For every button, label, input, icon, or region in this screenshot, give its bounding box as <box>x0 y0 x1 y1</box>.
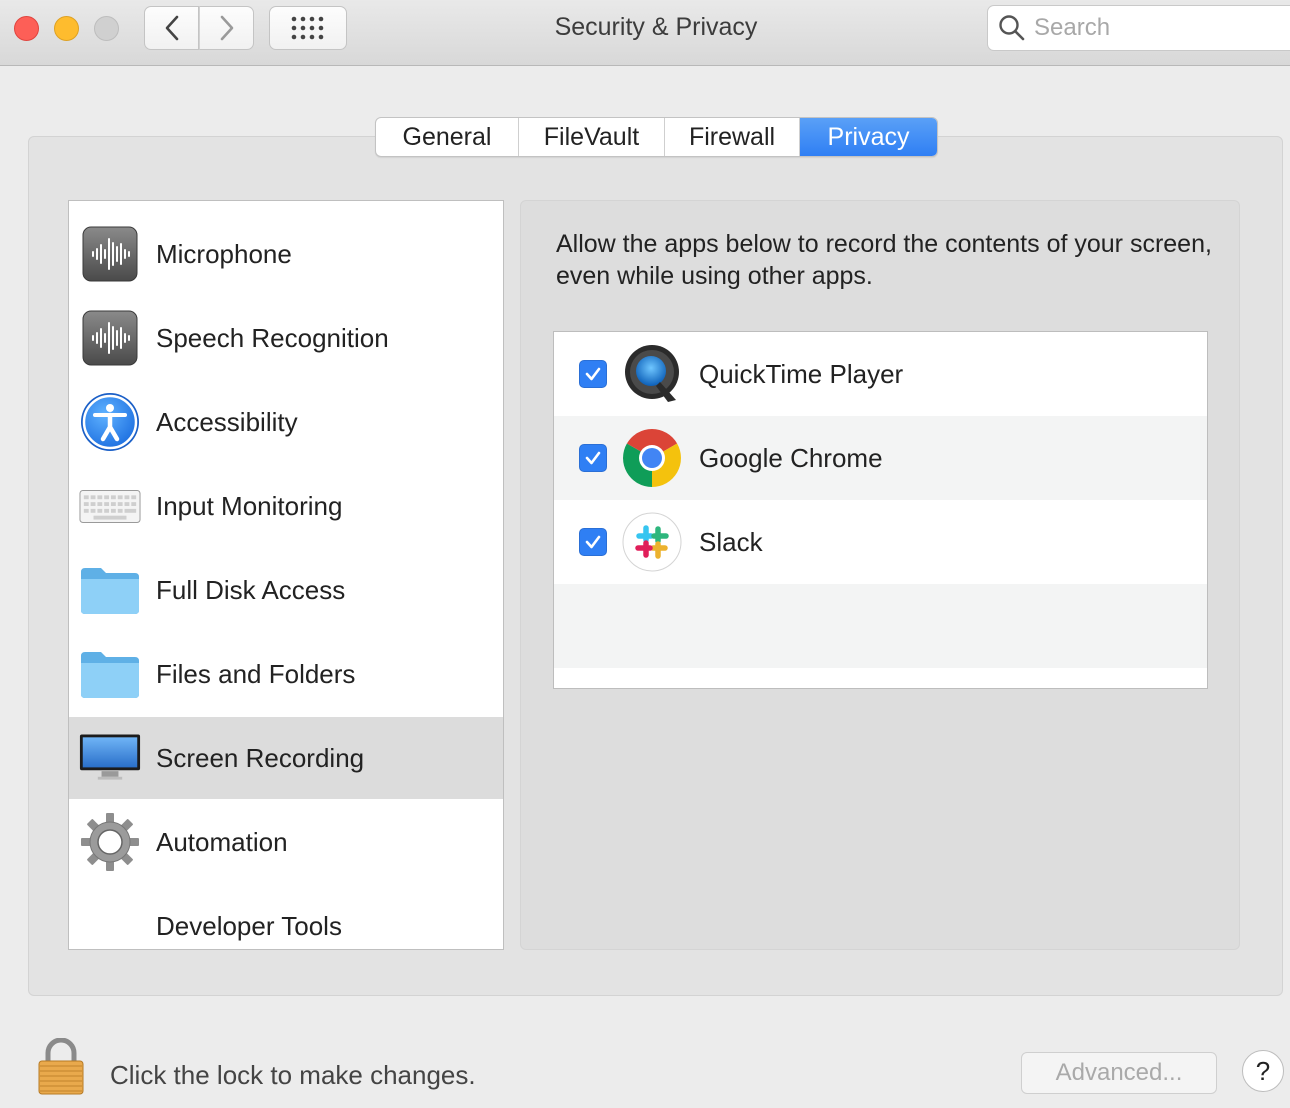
app-row-chrome[interactable]: Google Chrome <box>554 416 1207 500</box>
app-list[interactable]: QuickTime Player Google Chrome Slack <box>553 331 1208 689</box>
search-input[interactable] <box>1034 14 1284 42</box>
search-icon <box>999 15 1025 41</box>
tab-general[interactable]: General <box>376 118 519 156</box>
screen-recording-description: Allow the apps below to record the conte… <box>556 230 1212 290</box>
chrome-checkbox[interactable] <box>579 444 607 472</box>
sidebar-item-label: Developer Tools <box>156 910 342 941</box>
sidebar-item-full-disk-access[interactable]: Full Disk Access <box>69 549 503 631</box>
lock-button[interactable] <box>36 1037 86 1096</box>
sidebar-item-microphone[interactable]: Microphone <box>69 213 503 295</box>
sidebar-item-screen-recording[interactable]: Screen Recording <box>69 717 503 799</box>
monitor-icon <box>79 727 141 789</box>
sidebar-item-files-and-folders[interactable]: Files and Folders <box>69 633 503 715</box>
advanced-button[interactable]: Advanced... <box>1021 1052 1217 1094</box>
tab-firewall[interactable]: Firewall <box>665 118 800 156</box>
app-row-quicktime[interactable]: QuickTime Player <box>554 332 1207 416</box>
app-row-slack[interactable]: Slack <box>554 500 1207 584</box>
accessibility-icon <box>79 391 141 453</box>
quicktime-icon <box>621 343 683 405</box>
gear-icon <box>79 811 141 873</box>
tab-bar: General FileVault Firewall Privacy <box>375 117 938 157</box>
privacy-category-list[interactable]: Microphone Speech Recognition Accessibil… <box>68 200 504 950</box>
search-field[interactable] <box>987 5 1290 51</box>
sidebar-item-label: Accessibility <box>156 406 298 437</box>
empty-row <box>554 584 1207 668</box>
checkmark-icon <box>585 451 601 465</box>
sidebar-item-label: Files and Folders <box>156 658 356 689</box>
app-name: Slack <box>699 526 763 557</box>
lock-icon <box>38 1037 84 1095</box>
chrome-icon <box>621 427 683 489</box>
sidebar-item-label: Input Monitoring <box>156 490 343 521</box>
tab-filevault[interactable]: FileVault <box>519 118 665 156</box>
app-name: Google Chrome <box>699 442 883 473</box>
sidebar-item-developer-tools[interactable]: Developer Tools <box>69 885 503 949</box>
sidebar-item-speech-recognition[interactable]: Speech Recognition <box>69 297 503 379</box>
help-button[interactable]: ? <box>1242 1050 1284 1092</box>
keyboard-icon <box>79 475 141 537</box>
speech-waveform-icon <box>79 307 141 369</box>
checkmark-icon <box>585 367 601 381</box>
slack-icon <box>621 511 683 573</box>
tab-privacy[interactable]: Privacy <box>800 118 937 156</box>
folder-icon <box>79 643 141 705</box>
sidebar-item-label: Automation <box>156 826 288 857</box>
slack-checkbox[interactable] <box>579 528 607 556</box>
lock-status-text: Click the lock to make changes. <box>110 1060 476 1090</box>
sidebar-item-accessibility[interactable]: Accessibility <box>69 381 503 463</box>
app-name: QuickTime Player <box>699 358 904 389</box>
sidebar-item-label: Full Disk Access <box>156 574 346 605</box>
quicktime-checkbox[interactable] <box>579 360 607 388</box>
sidebar-item-label: Speech Recognition <box>156 322 389 353</box>
sidebar-item-label: Microphone <box>156 238 292 269</box>
sidebar-item-label: Screen Recording <box>156 742 365 773</box>
microphone-waveform-icon <box>79 223 141 285</box>
sidebar-item-input-monitoring[interactable]: Input Monitoring <box>69 465 503 547</box>
folder-icon <box>79 559 141 621</box>
checkmark-icon <box>585 535 601 549</box>
title-bar: Security & Privacy <box>0 0 1290 66</box>
sidebar-item-automation[interactable]: Automation <box>69 801 503 883</box>
